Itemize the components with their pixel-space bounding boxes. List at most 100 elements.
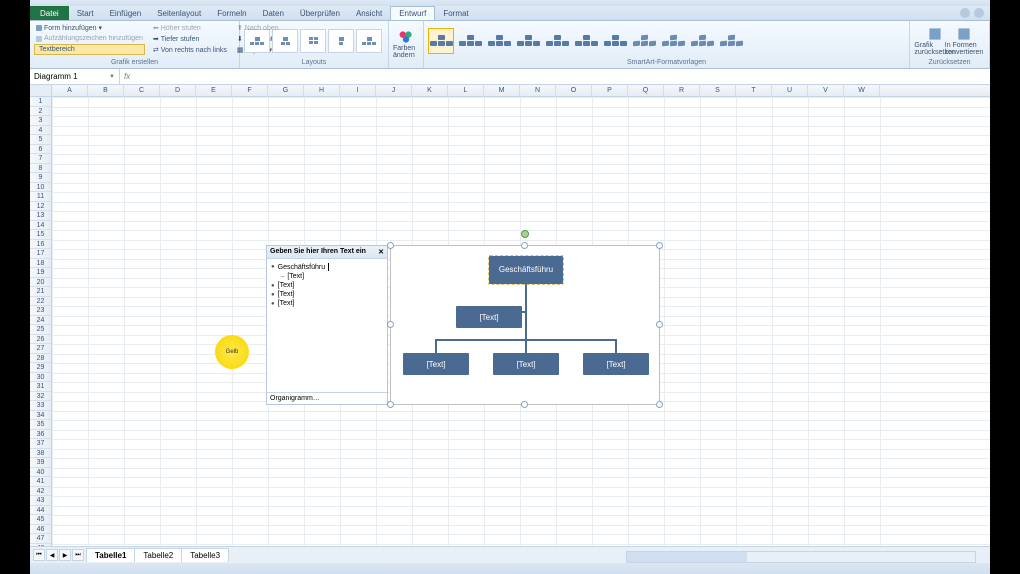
- sheet-nav-next[interactable]: ▶: [59, 549, 71, 561]
- row-header[interactable]: 9: [30, 173, 51, 183]
- row-header[interactable]: 13: [30, 211, 51, 221]
- org-node[interactable]: [Text]: [456, 306, 522, 328]
- text-pane-item[interactable]: [Text]: [271, 272, 383, 281]
- formula-input[interactable]: fx: [120, 69, 990, 84]
- row-header[interactable]: 27: [30, 344, 51, 354]
- row-header[interactable]: 10: [30, 183, 51, 193]
- resize-handle[interactable]: [656, 321, 663, 328]
- column-header[interactable]: T: [736, 85, 772, 96]
- row-header[interactable]: 39: [30, 458, 51, 468]
- text-pane-item[interactable]: ●[Text]: [271, 281, 383, 290]
- resize-handle[interactable]: [387, 401, 394, 408]
- org-node[interactable]: [Text]: [583, 353, 649, 375]
- ribbon-tab-einfuegen[interactable]: Einfügen: [102, 7, 150, 20]
- ribbon-tab-formeln[interactable]: Formeln: [209, 7, 254, 20]
- ribbon-tab-ansicht[interactable]: Ansicht: [348, 7, 390, 20]
- row-header[interactable]: 23: [30, 306, 51, 316]
- row-header[interactable]: 31: [30, 382, 51, 392]
- text-pane-item[interactable]: ●[Text]: [271, 290, 383, 299]
- column-header[interactable]: W: [844, 85, 880, 96]
- row-header[interactable]: 8: [30, 164, 51, 174]
- styles-gallery[interactable]: [428, 28, 744, 54]
- row-header[interactable]: 25: [30, 325, 51, 335]
- column-header[interactable]: V: [808, 85, 844, 96]
- ribbon-tab-format[interactable]: Format: [435, 7, 476, 20]
- row-header[interactable]: 17: [30, 249, 51, 259]
- rotate-handle[interactable]: [521, 230, 529, 238]
- style-thumb[interactable]: [486, 28, 512, 54]
- text-pane-item[interactable]: ●Geschäftsführu: [271, 262, 383, 272]
- ribbon-tab-seitenlayout[interactable]: Seitenlayout: [149, 7, 209, 20]
- promote-button[interactable]: ⬅ Höher stufen: [151, 23, 229, 33]
- worksheet-area[interactable]: ABCDEFGHIJKLMNOPQRSTUVW 1234567891011121…: [30, 85, 990, 563]
- ribbon-tab-daten[interactable]: Daten: [255, 7, 292, 20]
- row-header[interactable]: 14: [30, 221, 51, 231]
- row-header[interactable]: 36: [30, 430, 51, 440]
- style-thumb[interactable]: [544, 28, 570, 54]
- column-header[interactable]: J: [376, 85, 412, 96]
- sheet-tab[interactable]: Tabelle1: [86, 548, 135, 562]
- row-header[interactable]: 18: [30, 259, 51, 269]
- column-header[interactable]: H: [304, 85, 340, 96]
- row-header[interactable]: 26: [30, 335, 51, 345]
- layout-thumb[interactable]: [300, 29, 326, 53]
- style-thumb[interactable]: [718, 28, 744, 54]
- row-header[interactable]: 30: [30, 373, 51, 383]
- org-node[interactable]: [Text]: [493, 353, 559, 375]
- row-header[interactable]: 35: [30, 420, 51, 430]
- row-header[interactable]: 43: [30, 496, 51, 506]
- row-header[interactable]: 29: [30, 363, 51, 373]
- ribbon-tab-ueberpruefen[interactable]: Überprüfen: [292, 7, 348, 20]
- chevron-down-icon[interactable]: ▼: [109, 74, 115, 80]
- add-shape-button[interactable]: Form hinzufügen ▾: [34, 23, 145, 33]
- row-header[interactable]: 33: [30, 401, 51, 411]
- close-icon[interactable]: ✕: [378, 248, 384, 256]
- row-header[interactable]: 45: [30, 515, 51, 525]
- row-header[interactable]: 15: [30, 230, 51, 240]
- resize-handle[interactable]: [656, 401, 663, 408]
- resize-handle[interactable]: [387, 321, 394, 328]
- column-header[interactable]: D: [160, 85, 196, 96]
- row-header[interactable]: 22: [30, 297, 51, 307]
- rtl-button[interactable]: ⇄ Von rechts nach links: [151, 45, 229, 55]
- column-header[interactable]: E: [196, 85, 232, 96]
- row-headers[interactable]: 1234567891011121314151617181920212223242…: [30, 97, 52, 553]
- row-header[interactable]: 24: [30, 316, 51, 326]
- column-header[interactable]: F: [232, 85, 268, 96]
- horizontal-scrollbar[interactable]: [626, 551, 976, 563]
- row-header[interactable]: 12: [30, 202, 51, 212]
- style-thumb[interactable]: [457, 28, 483, 54]
- row-header[interactable]: 11: [30, 192, 51, 202]
- text-pane-body[interactable]: ●Geschäftsführu [Text] ●[Text] ●[Text] ●…: [267, 259, 387, 311]
- row-header[interactable]: 3: [30, 116, 51, 126]
- help-icon[interactable]: [960, 8, 970, 18]
- row-header[interactable]: 4: [30, 126, 51, 136]
- row-header[interactable]: 38: [30, 449, 51, 459]
- column-header[interactable]: Q: [628, 85, 664, 96]
- sheet-nav-first[interactable]: ⏮: [33, 549, 45, 561]
- row-header[interactable]: 6: [30, 145, 51, 155]
- style-thumb[interactable]: [660, 28, 686, 54]
- convert-shapes-button[interactable]: In Formen konvertieren: [951, 26, 977, 56]
- column-header[interactable]: M: [484, 85, 520, 96]
- row-header[interactable]: 40: [30, 468, 51, 478]
- row-header[interactable]: 1: [30, 97, 51, 107]
- add-bullet-button[interactable]: Aufzählungszeichen hinzufügen: [34, 34, 145, 43]
- row-header[interactable]: 42: [30, 487, 51, 497]
- ribbon-tab-start[interactable]: Start: [69, 7, 102, 20]
- column-header[interactable]: L: [448, 85, 484, 96]
- row-header[interactable]: 41: [30, 477, 51, 487]
- layout-thumb[interactable]: [328, 29, 354, 53]
- demote-button[interactable]: ➡ Tiefer stufen: [151, 34, 229, 44]
- name-box[interactable]: Diagramm 1 ▼: [30, 69, 120, 84]
- sheet-tab[interactable]: Tabelle3: [181, 548, 229, 562]
- resize-handle[interactable]: [521, 401, 528, 408]
- column-header[interactable]: C: [124, 85, 160, 96]
- row-header[interactable]: 2: [30, 107, 51, 117]
- row-header[interactable]: 28: [30, 354, 51, 364]
- column-header[interactable]: U: [772, 85, 808, 96]
- style-thumb[interactable]: [573, 28, 599, 54]
- column-headers[interactable]: ABCDEFGHIJKLMNOPQRSTUVW: [52, 85, 990, 97]
- row-header[interactable]: 47: [30, 534, 51, 544]
- column-header[interactable]: P: [592, 85, 628, 96]
